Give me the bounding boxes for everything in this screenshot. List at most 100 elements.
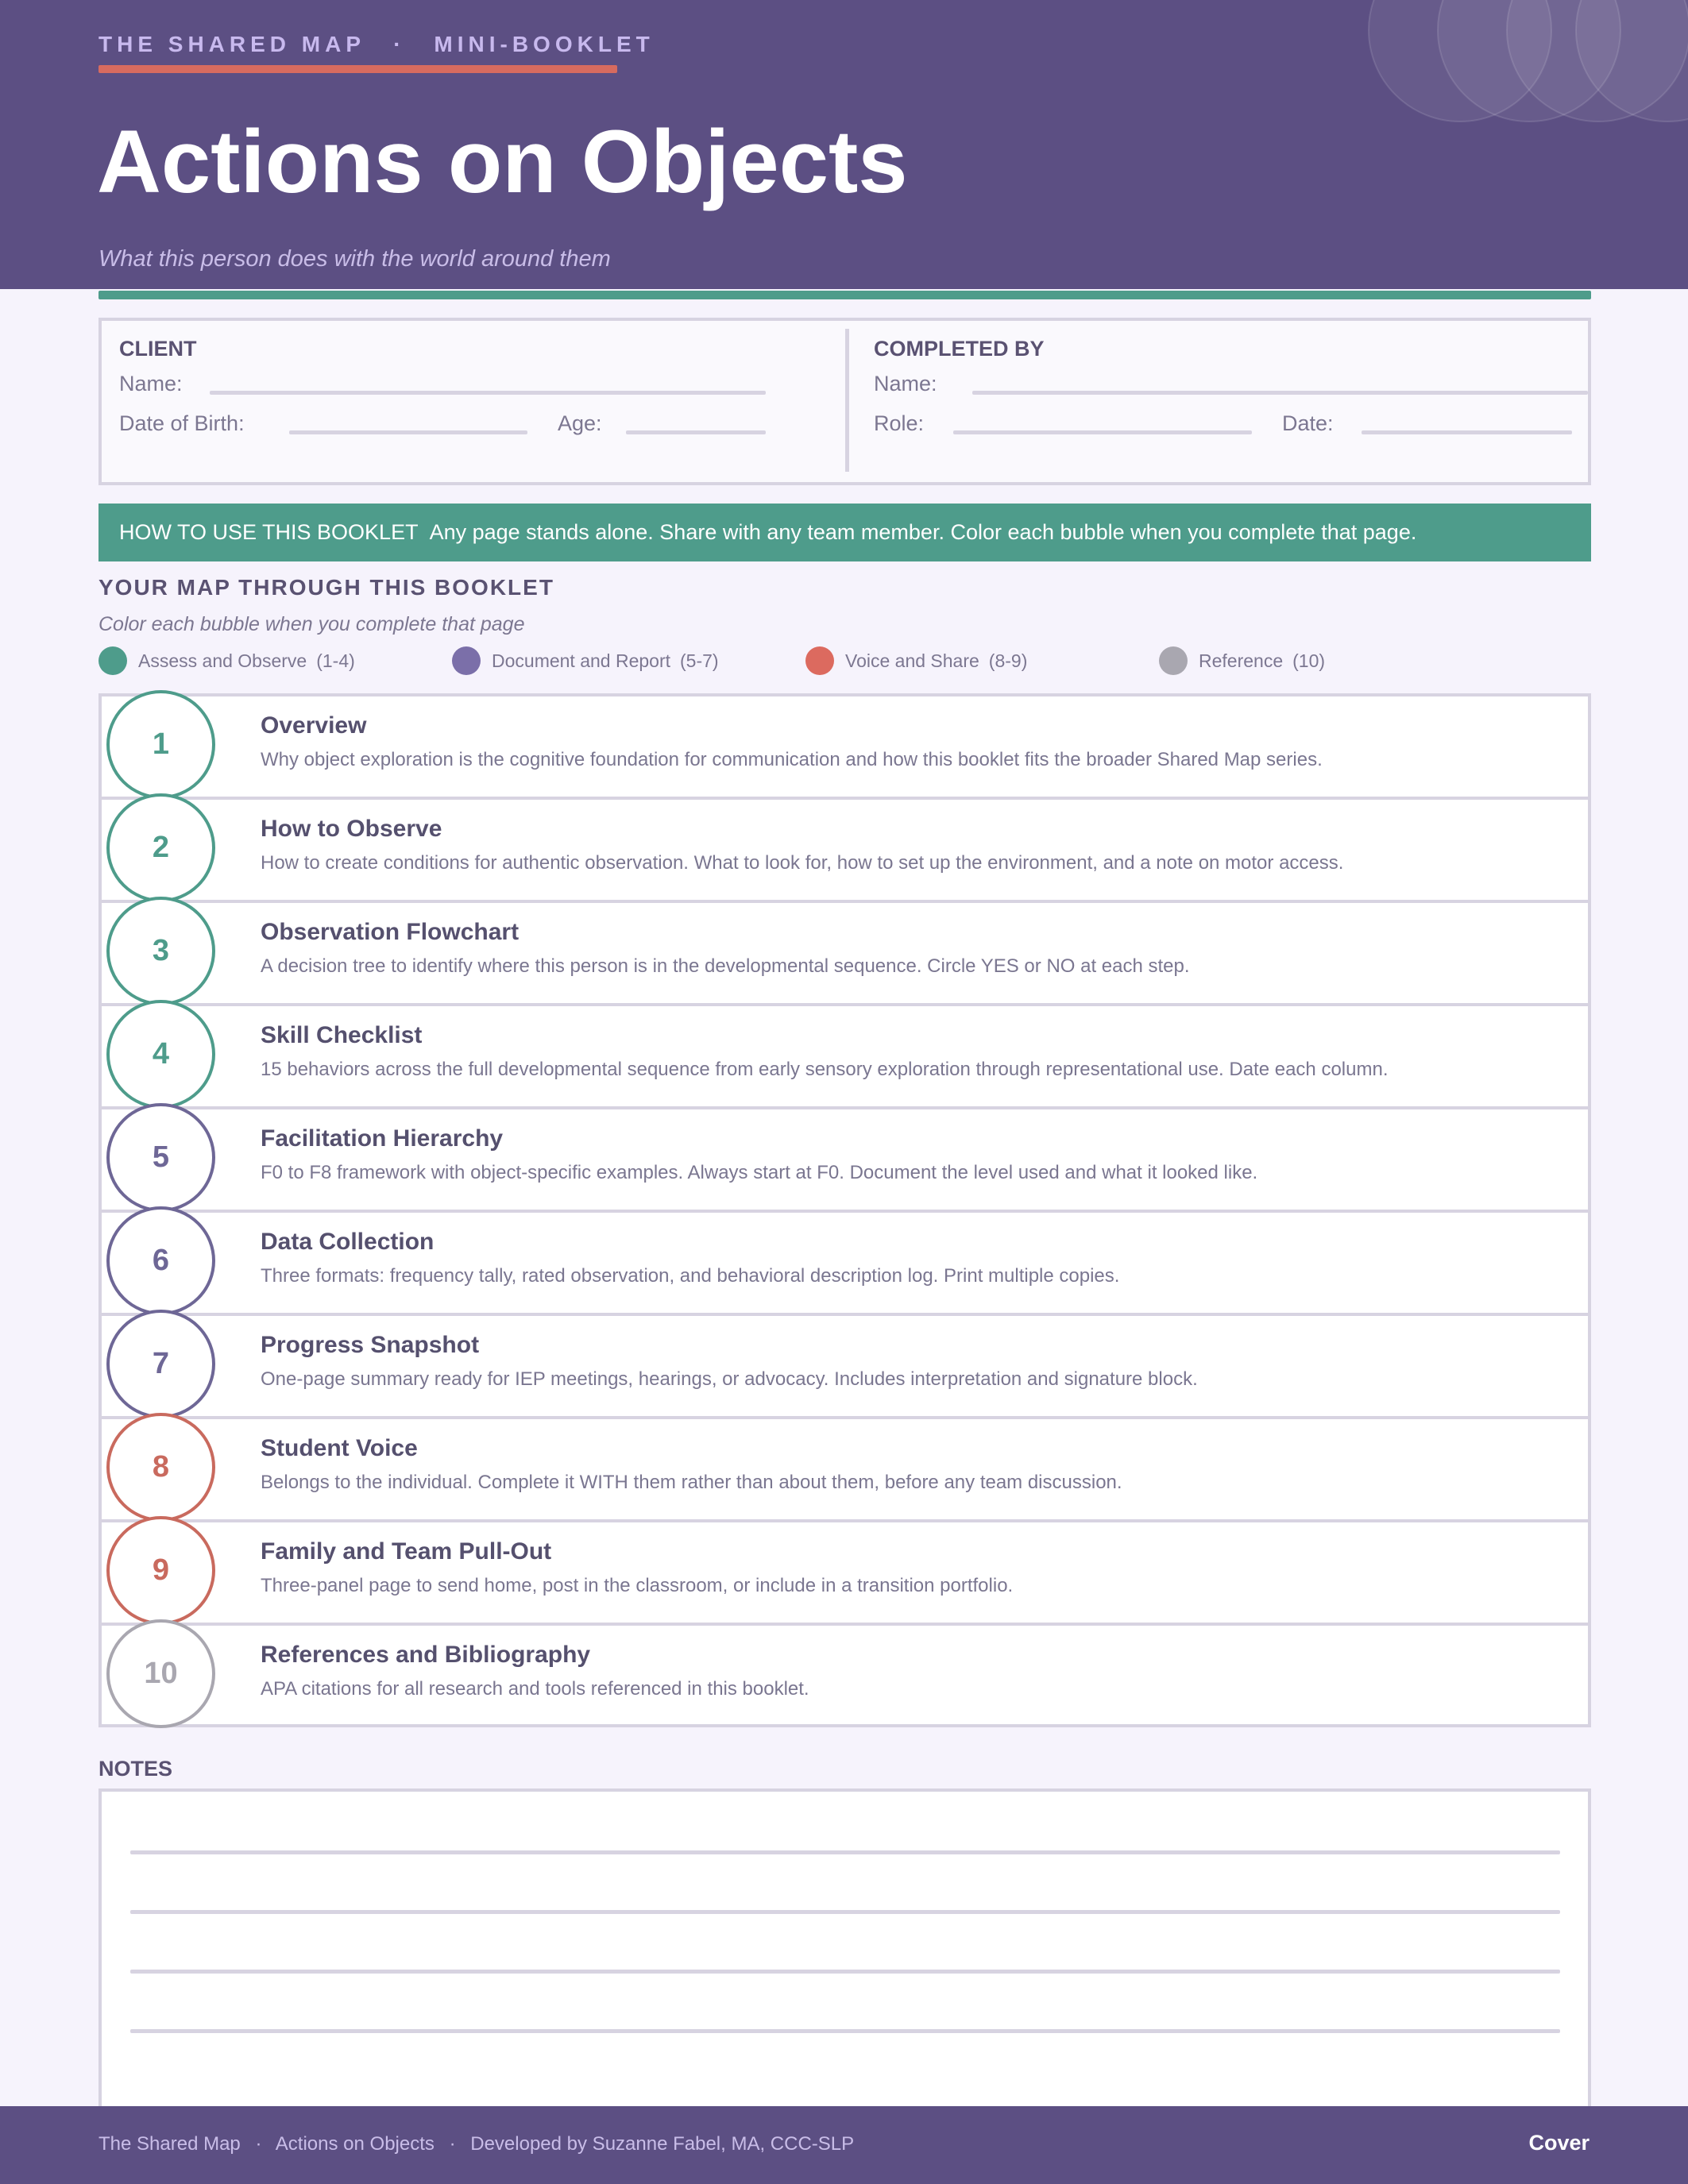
list-item: 7 Progress Snapshot One-page summary rea… — [102, 1310, 1588, 1419]
list-item: 3 Observation Flowchart A decision tree … — [102, 897, 1588, 1006]
how-to-use-banner: HOW TO USE THIS BOOKLET Any page stands … — [98, 504, 1591, 561]
completed-by-date-field[interactable] — [1362, 430, 1572, 434]
list-item: 10 References and Bibliography APA citat… — [102, 1619, 1588, 1729]
notes-field[interactable] — [98, 1788, 1591, 2114]
note-line — [130, 1910, 1560, 1914]
booklet-cover-page: THE SHARED MAP · MINI-BOOKLET Actions on… — [0, 0, 1688, 2184]
page-item-description: One-page summary ready for IEP meetings,… — [261, 1368, 1198, 1390]
booklet-format: MINI-BOOKLET — [434, 32, 655, 56]
page-item-title: Skill Checklist — [261, 1022, 423, 1048]
header-divider — [98, 291, 1591, 299]
map-heading: YOUR MAP THROUGH THIS BOOKLET — [98, 575, 554, 600]
completed-by-name-field[interactable] — [972, 391, 1588, 395]
list-item: 5 Facilitation Hierarchy F0 to F8 framew… — [102, 1103, 1588, 1213]
legend-range: (8-9) — [988, 650, 1028, 671]
client-dob-label: Date of Birth: — [119, 411, 245, 435]
page-item-description: Why object exploration is the cognitive … — [261, 749, 1323, 770]
note-line — [130, 1970, 1560, 1974]
page-item-description: 15 behaviors across the full development… — [261, 1059, 1389, 1080]
notes-label: NOTES — [98, 1757, 173, 1781]
list-item: 9 Family and Team Pull-Out Three-panel p… — [102, 1516, 1588, 1626]
map-subheading: Color each bubble when you complete that… — [98, 613, 525, 635]
page-subtitle: What this person does with the world aro… — [98, 246, 611, 272]
list-item: 1 Overview Why object exploration is the… — [102, 690, 1588, 800]
legend-dot-icon — [805, 646, 834, 675]
page-item-title: Family and Team Pull-Out — [261, 1538, 552, 1565]
legend-item-voice: Voice and Share (8-9) — [805, 645, 1027, 677]
series-name: THE SHARED MAP — [98, 32, 365, 56]
page-item-description: A decision tree to identify where this p… — [261, 955, 1190, 977]
client-name-label: Name: — [119, 372, 183, 396]
completed-by-date-label: Date: — [1282, 411, 1334, 435]
footer-separator: · — [255, 2133, 262, 2155]
series-kicker: THE SHARED MAP · MINI-BOOKLET — [98, 32, 655, 57]
legend-range: (1-4) — [316, 650, 355, 671]
header-banner: THE SHARED MAP · MINI-BOOKLET Actions on… — [0, 0, 1688, 289]
kicker-underline — [98, 65, 617, 73]
progress-bubble[interactable]: 8 — [106, 1413, 215, 1522]
page-item-description: Three formats: frequency tally, rated ob… — [261, 1265, 1120, 1287]
completed-by-role-label: Role: — [874, 411, 925, 435]
footer-booklet: Actions on Objects — [275, 2133, 435, 2155]
legend-dot-icon — [1159, 646, 1188, 675]
page-item-description: How to create conditions for authentic o… — [261, 852, 1344, 874]
client-age-label: Age: — [558, 411, 602, 435]
page-item-description: Three-panel page to send home, post in t… — [261, 1575, 1014, 1596]
footer-page-label: Cover — [1528, 2131, 1590, 2155]
how-to-use-label: HOW TO USE THIS BOOKLET — [119, 520, 419, 544]
page-item-description: F0 to F8 framework with object-specific … — [261, 1162, 1258, 1183]
legend-label: Voice and Share — [845, 650, 979, 671]
list-item: 4 Skill Checklist 15 behaviors across th… — [102, 1000, 1588, 1109]
footer-credits: The Shared Map · Actions on Objects · De… — [98, 2133, 854, 2155]
page-item-title: Overview — [261, 712, 367, 739]
page-item-title: Observation Flowchart — [261, 919, 520, 945]
client-info-box: CLIENT Name: Date of Birth: Age: COMPLET… — [98, 318, 1591, 485]
page-item-description: Belongs to the individual. Complete it W… — [261, 1472, 1122, 1493]
booklet-map-list: 1 Overview Why object exploration is the… — [98, 690, 1591, 1729]
progress-bubble[interactable]: 3 — [106, 897, 215, 1005]
list-item: 2 How to Observe How to create condition… — [102, 793, 1588, 903]
footer-credit: Developed by Suzanne Fabel, MA, CCC-SLP — [470, 2133, 855, 2155]
page-title: Actions on Objects — [97, 112, 908, 211]
legend-item-assess: Assess and Observe (1-4) — [98, 645, 355, 677]
footer-separator: · — [449, 2133, 456, 2155]
progress-bubble[interactable]: 1 — [106, 690, 215, 799]
page-item-title: References and Bibliography — [261, 1642, 591, 1668]
legend-range: (10) — [1292, 650, 1326, 671]
list-item: 6 Data Collection Three formats: frequen… — [102, 1206, 1588, 1316]
client-dob-field[interactable] — [289, 430, 527, 434]
client-name-field[interactable] — [210, 391, 766, 395]
legend-dot-icon — [98, 646, 127, 675]
legend-item-reference: Reference (10) — [1159, 645, 1325, 677]
progress-bubble[interactable]: 9 — [106, 1516, 215, 1625]
footer-series: The Shared Map — [98, 2133, 241, 2155]
progress-bubble[interactable]: 5 — [106, 1103, 215, 1212]
progress-bubble[interactable]: 2 — [106, 793, 215, 902]
page-item-title: How to Observe — [261, 816, 442, 842]
list-item: 8 Student Voice Belongs to the individua… — [102, 1413, 1588, 1522]
completed-by-role-field[interactable] — [953, 430, 1252, 434]
page-item-title: Progress Snapshot — [261, 1332, 480, 1358]
column-divider — [845, 329, 849, 472]
progress-bubble[interactable]: 10 — [106, 1619, 215, 1728]
progress-bubble[interactable]: 4 — [106, 1000, 215, 1109]
progress-bubble[interactable]: 7 — [106, 1310, 215, 1418]
legend-label: Document and Report — [492, 650, 671, 671]
completed-by-heading: COMPLETED BY — [874, 337, 1045, 361]
page-item-title: Data Collection — [261, 1229, 435, 1255]
kicker-separator: · — [393, 32, 406, 56]
page-item-title: Student Voice — [261, 1435, 418, 1461]
legend-label: Assess and Observe — [138, 650, 307, 671]
note-line — [130, 1850, 1560, 1854]
client-age-field[interactable] — [626, 430, 766, 434]
note-line — [130, 2029, 1560, 2033]
page-item-title: Facilitation Hierarchy — [261, 1125, 504, 1152]
legend-dot-icon — [452, 646, 481, 675]
progress-bubble[interactable]: 6 — [106, 1206, 215, 1315]
page-item-description: APA citations for all research and tools… — [261, 1678, 809, 1700]
legend-item-document: Document and Report (5-7) — [452, 645, 719, 677]
client-heading: CLIENT — [119, 337, 197, 361]
completed-by-name-label: Name: — [874, 372, 937, 396]
how-to-use-text: Any page stands alone. Share with any te… — [429, 520, 1417, 544]
footer-bar: The Shared Map · Actions on Objects · De… — [0, 2106, 1688, 2184]
